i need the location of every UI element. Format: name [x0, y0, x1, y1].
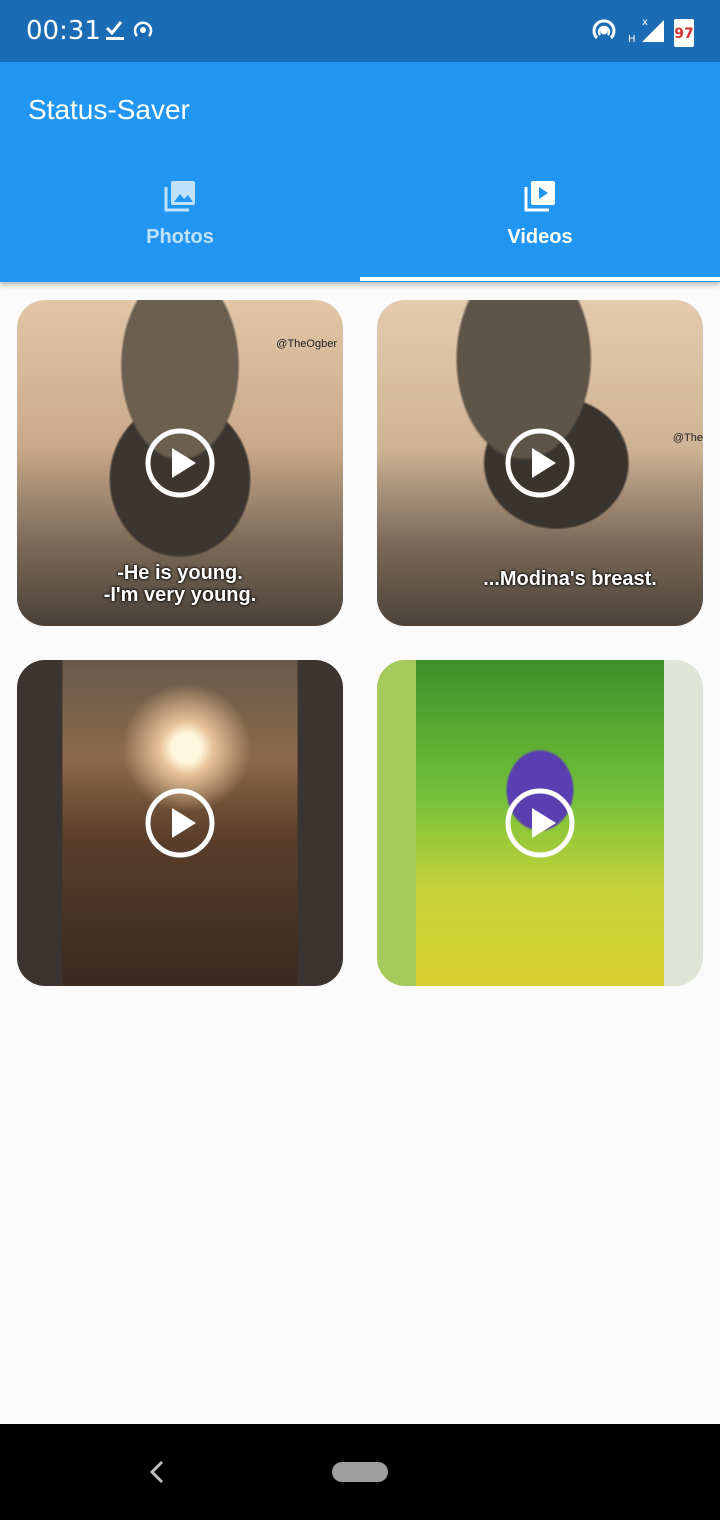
svg-text:x: x	[642, 17, 648, 28]
tab-photos[interactable]: Photos	[0, 172, 360, 282]
app-bar: Status-Saver Photos Videos	[0, 62, 720, 282]
battery-level: 97	[674, 25, 694, 42]
tab-indicator	[360, 277, 720, 281]
video-watermark: @The	[672, 432, 703, 444]
play-icon[interactable]	[145, 788, 215, 863]
video-grid: @TheOgber -He is young. -I'm very young.…	[17, 300, 703, 986]
video-caption: ...Modina's breast.	[483, 568, 657, 590]
video-thumbnail[interactable]	[17, 660, 343, 986]
video-watermark: @TheOgber	[276, 338, 337, 350]
hotspot-icon	[132, 18, 154, 47]
download-done-icon	[104, 18, 126, 47]
play-icon[interactable]	[505, 428, 575, 503]
video-library-icon	[360, 178, 720, 214]
signal-icon: Hx	[626, 16, 666, 49]
play-icon[interactable]	[505, 788, 575, 863]
back-icon[interactable]	[148, 1454, 168, 1495]
tab-videos[interactable]: Videos	[360, 172, 720, 282]
status-time: 00:31	[26, 16, 101, 46]
tab-photos-label: Photos	[146, 226, 214, 248]
svg-text:H: H	[628, 34, 636, 44]
status-right-icons: Hx 97	[590, 16, 694, 49]
hotspot-icon	[590, 16, 618, 49]
video-thumbnail[interactable]: @TheOgber -He is young. -I'm very young.	[17, 300, 343, 626]
video-thumbnail[interactable]: @The ...Modina's breast.	[377, 300, 703, 626]
status-bar: 00:31 Hx 97	[0, 0, 720, 62]
play-icon[interactable]	[145, 428, 215, 503]
tab-videos-label: Videos	[507, 226, 573, 248]
battery-icon: 97	[674, 18, 694, 47]
video-thumbnail[interactable]	[377, 660, 703, 986]
status-left-icons	[104, 18, 154, 47]
page-title: Status-Saver	[28, 94, 190, 125]
photo-library-icon	[0, 178, 360, 214]
video-caption: -He is young. -I'm very young.	[103, 562, 257, 606]
home-pill-icon[interactable]	[332, 1462, 388, 1482]
